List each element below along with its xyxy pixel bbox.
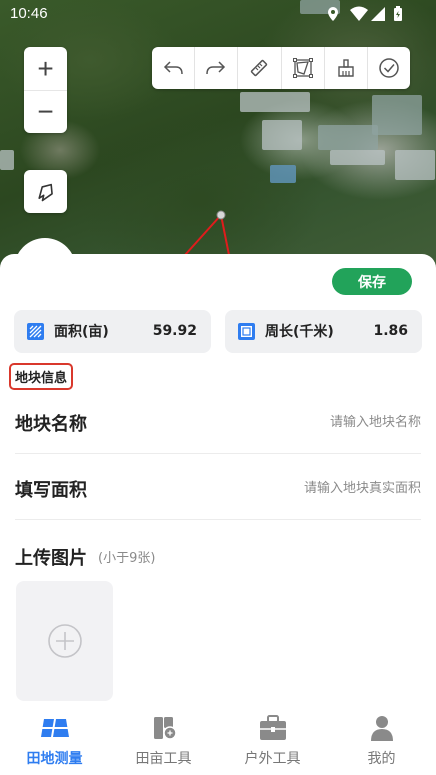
map-toolbar bbox=[152, 47, 410, 89]
locate-button[interactable] bbox=[24, 170, 67, 213]
check-circle-icon bbox=[379, 58, 399, 78]
ruler-button[interactable] bbox=[237, 47, 280, 89]
broom-icon bbox=[338, 59, 354, 77]
area-icon bbox=[27, 323, 44, 340]
perimeter-icon bbox=[238, 323, 255, 340]
plot-name-label: 地块名称 bbox=[15, 414, 87, 435]
plot-name-row: 地块名称 bbox=[15, 388, 421, 454]
perimeter-stat-card: 周长(千米) 1.86 bbox=[225, 310, 422, 353]
redo-button[interactable] bbox=[194, 47, 237, 89]
navigate-icon bbox=[37, 183, 53, 201]
confirm-button[interactable] bbox=[366, 47, 410, 89]
ruler-icon bbox=[251, 59, 268, 77]
upload-image-button[interactable] bbox=[16, 581, 113, 701]
area-stat-card: 面积(亩) 59.92 bbox=[14, 310, 211, 353]
nav-field-tools[interactable]: 田亩工具 bbox=[109, 705, 218, 775]
nav-label: 我的 bbox=[367, 751, 396, 767]
add-circle-icon bbox=[47, 624, 82, 658]
plot-area-row: 填写面积 bbox=[15, 454, 421, 520]
perimeter-label: 周长(千米) bbox=[265, 324, 334, 340]
field-tools-icon bbox=[153, 717, 177, 740]
save-button[interactable]: 保存 bbox=[332, 268, 412, 295]
signal-icon bbox=[371, 7, 385, 21]
upload-title: 上传图片 bbox=[15, 548, 87, 569]
plot-area-label: 填写面积 bbox=[15, 480, 87, 501]
polygon-select-icon bbox=[292, 58, 313, 78]
undo-icon bbox=[164, 61, 183, 75]
outdoor-toolbox-icon bbox=[259, 715, 286, 740]
zoom-out-button[interactable]: − bbox=[24, 90, 67, 133]
polygon-select-button[interactable] bbox=[280, 47, 324, 89]
plot-area-input[interactable] bbox=[181, 476, 421, 500]
plot-info-sheet: 保存 面积(亩) 59.92 周长(千米) 1.86 地块信息 地块名称 填写面… bbox=[0, 254, 436, 775]
zoom-in-button[interactable]: + bbox=[24, 47, 67, 90]
nav-label: 户外工具 bbox=[244, 751, 301, 767]
zoom-control: + − bbox=[24, 47, 67, 133]
profile-icon bbox=[370, 716, 393, 741]
satellite-map[interactable]: 10:46 + − bbox=[0, 0, 436, 290]
polygon-vertex[interactable] bbox=[216, 210, 226, 220]
wifi-icon bbox=[350, 6, 368, 21]
status-time: 10:46 bbox=[10, 5, 48, 22]
nav-outdoor-tools[interactable]: 户外工具 bbox=[218, 705, 327, 775]
undo-button[interactable] bbox=[152, 47, 194, 89]
clear-button[interactable] bbox=[323, 47, 367, 89]
upload-hint: (小于9张) bbox=[98, 551, 156, 566]
battery-icon bbox=[394, 6, 402, 21]
area-value: 59.92 bbox=[152, 323, 197, 339]
status-bar: 10:46 bbox=[0, 0, 436, 30]
nav-label: 田亩工具 bbox=[135, 751, 192, 767]
perimeter-value: 1.86 bbox=[373, 323, 408, 339]
area-label: 面积(亩) bbox=[54, 324, 109, 340]
location-icon bbox=[328, 7, 338, 21]
redo-icon bbox=[206, 61, 226, 75]
nav-profile[interactable]: 我的 bbox=[327, 705, 436, 775]
bottom-nav: 田地测量 田亩工具 户外工具 我的 bbox=[0, 705, 436, 775]
plot-name-input[interactable] bbox=[181, 410, 421, 434]
field-measure-icon bbox=[40, 719, 69, 737]
nav-label: 田地测量 bbox=[26, 751, 83, 767]
polygon-edge bbox=[184, 214, 222, 256]
section-title: 地块信息 bbox=[9, 363, 74, 390]
nav-field-measure[interactable]: 田地测量 bbox=[0, 705, 109, 775]
